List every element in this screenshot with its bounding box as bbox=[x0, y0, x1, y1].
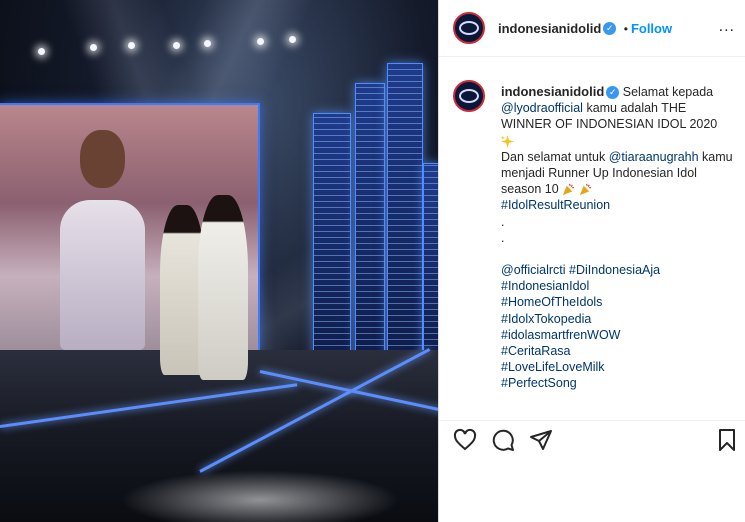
stage-spotlight bbox=[128, 42, 135, 49]
account-username[interactable]: indonesianidolid bbox=[498, 21, 601, 36]
mention-tiara[interactable]: @tiaraanugrahh bbox=[609, 150, 699, 164]
comment-icon[interactable] bbox=[491, 428, 515, 452]
hashtag-link[interactable]: #CeritaRasa bbox=[501, 344, 570, 358]
hashtag-link[interactable]: #PerfectSong bbox=[501, 376, 577, 390]
post-sidebar: indonesianidolid ✓ • Follow ... indonesian… bbox=[438, 0, 745, 522]
header-account-line: indonesianidolid ✓ • Follow bbox=[498, 20, 672, 38]
hashtag-link[interactable]: #HomeOfTheIdols bbox=[501, 295, 602, 309]
sparkles-icon bbox=[501, 134, 514, 148]
post-actions-bar bbox=[439, 420, 745, 461]
heart-icon[interactable] bbox=[453, 428, 477, 452]
hashtag-link[interactable]: #LoveLifeLoveMilk bbox=[501, 360, 605, 374]
caption-dot: . bbox=[501, 230, 505, 245]
screen-singer-image bbox=[50, 126, 155, 350]
stage-spotlight bbox=[257, 38, 264, 45]
hashtag-link[interactable]: #IndonesianIdol bbox=[501, 279, 589, 293]
caption-dot: . bbox=[501, 214, 505, 229]
stage-spotlight bbox=[204, 40, 211, 47]
stage-spotlight bbox=[173, 42, 180, 49]
verified-badge-icon: ✓ bbox=[606, 86, 620, 100]
paper-plane-icon[interactable] bbox=[529, 428, 553, 452]
stage-spotlight bbox=[90, 44, 97, 51]
post-header: indonesianidolid ✓ • Follow ... bbox=[439, 0, 745, 57]
stage-floor-glow bbox=[120, 470, 400, 522]
instagram-post: indonesianidolid ✓ • Follow ... indonesian… bbox=[0, 0, 745, 522]
more-options-icon[interactable]: ... bbox=[719, 18, 735, 36]
caption-username[interactable]: indonesianidolid bbox=[501, 84, 604, 99]
caption-avatar[interactable] bbox=[453, 80, 485, 112]
account-avatar[interactable] bbox=[453, 12, 485, 44]
stage-led-city-backdrop bbox=[305, 55, 438, 365]
party-popper-icon bbox=[579, 184, 591, 196]
hashtag-link[interactable]: #IdolResultReunion bbox=[501, 198, 610, 212]
mention-officialrcti[interactable]: @officialrcti bbox=[501, 263, 566, 277]
caption-text: Selamat kepada bbox=[622, 85, 714, 99]
caption-text: Dan selamat untuk bbox=[501, 149, 606, 164]
singer-right bbox=[198, 195, 248, 380]
header-separator: • bbox=[623, 22, 628, 36]
post-caption: indonesianidolid ✓ Selamat kepada @lyodra… bbox=[501, 84, 733, 392]
follow-button[interactable]: Follow bbox=[631, 21, 672, 36]
post-photo[interactable] bbox=[0, 0, 438, 522]
verified-badge-icon: ✓ bbox=[603, 22, 617, 36]
hashtag-link[interactable]: #idolasmartfrenWOW bbox=[501, 328, 620, 342]
stage-spotlight bbox=[38, 48, 45, 55]
hashtag-link[interactable]: #IdolxTokopedia bbox=[501, 312, 591, 326]
bookmark-icon[interactable] bbox=[715, 428, 739, 452]
mention-lyodra[interactable]: @lyodraofficial bbox=[501, 101, 583, 115]
party-popper-icon bbox=[563, 184, 575, 196]
stage-spotlight bbox=[289, 36, 296, 43]
hashtag-link[interactable]: #DiIndonesiaAja bbox=[569, 263, 660, 277]
